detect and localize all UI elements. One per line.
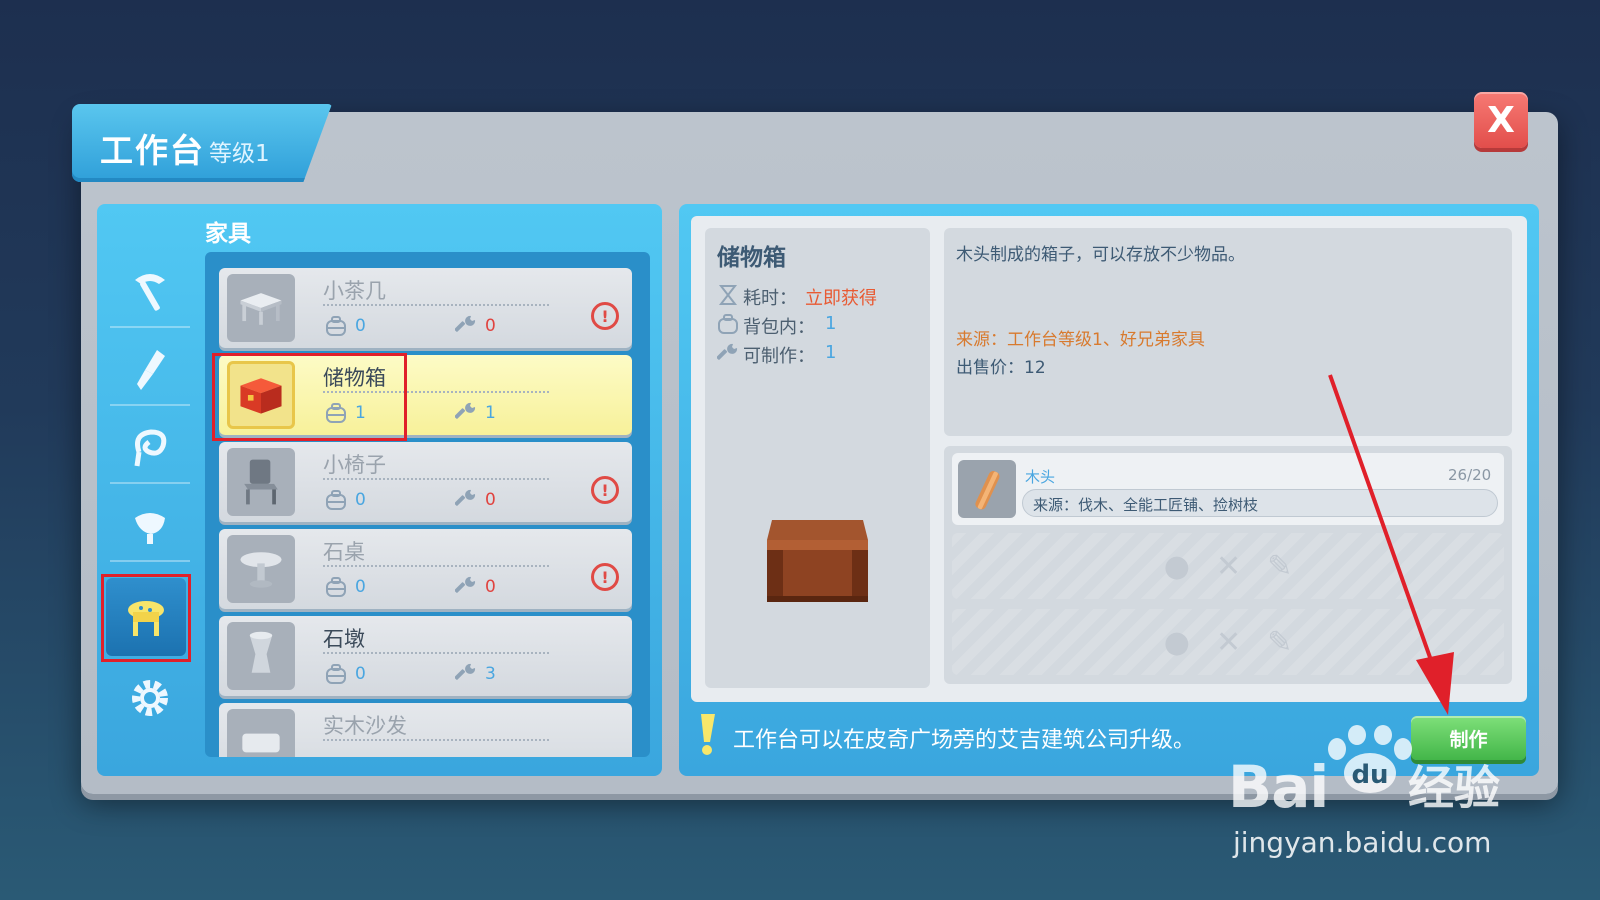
wrench-icon (455, 576, 476, 593)
hourglass-icon (718, 285, 738, 305)
wrench-icon (717, 343, 738, 360)
watermark-url: jingyan.baidu.com (1233, 826, 1492, 859)
category-title: 家具 (205, 221, 251, 247)
backpack-icon (718, 314, 738, 334)
close-button[interactable]: X (1474, 92, 1528, 148)
bag-count: 0 (355, 316, 366, 336)
storage-box-preview-icon (767, 520, 868, 602)
bag-label: 背包内： (743, 317, 815, 338)
bag-count: 0 (355, 664, 366, 684)
apple-icon: ● (1163, 624, 1190, 660)
warning-icon: ! (591, 302, 619, 330)
bag-count: 0 (355, 490, 366, 510)
time-value: 立即获得 (805, 288, 877, 309)
window-title: 工作台 (100, 131, 205, 170)
backpack-icon (326, 664, 346, 684)
material-name: 木头 (1025, 468, 1056, 486)
list-item[interactable]: 石桌 0 0 ! (219, 529, 632, 609)
wrench-icon (455, 315, 476, 332)
gear-icon[interactable] (110, 662, 190, 734)
warning-icon: ! (591, 476, 619, 504)
backpack-icon (326, 577, 346, 597)
divider (323, 478, 549, 480)
cross-icon: ✕ (1215, 624, 1242, 660)
red-arrow-annotation (1328, 374, 1454, 715)
backpack-icon (326, 490, 346, 510)
craftable-count: 0 (485, 316, 496, 336)
detail-item-name: 储物箱 (717, 245, 786, 271)
rope-icon[interactable] (110, 412, 190, 484)
time-label: 耗时： (743, 288, 797, 309)
tool-icon[interactable] (110, 334, 190, 406)
item-name: 小椅子 (323, 453, 386, 477)
cross-icon: ✕ (1215, 548, 1242, 584)
item-source: 来源：工作台等级1、好兄弟家具 (956, 330, 1205, 350)
chair-icon (227, 448, 295, 516)
sofa-icon (227, 709, 295, 757)
craft-label: 可制作： (743, 346, 815, 367)
divider (323, 565, 549, 567)
craftable-count: 3 (485, 664, 496, 684)
bag-value: 1 (825, 313, 837, 334)
watermark-jingyan: 经验 (1408, 761, 1500, 815)
wrench-icon: ✎ (1267, 548, 1293, 584)
item-name: 石桌 (323, 540, 365, 564)
exclamation-icon (701, 714, 715, 755)
warning-icon: ! (591, 563, 619, 591)
list-item[interactable]: 石墩 0 3 (219, 616, 632, 696)
wrench-icon (455, 663, 476, 680)
divider (323, 304, 549, 306)
tea-table-icon (227, 274, 295, 342)
item-name: 石墩 (323, 627, 365, 651)
item-price: 出售价：12 (956, 358, 1046, 378)
item-name: 实木沙发 (323, 714, 407, 738)
svg-text:du: du (1351, 760, 1388, 790)
apple-icon: ● (1163, 548, 1190, 584)
wrench-icon (455, 402, 476, 419)
divider (323, 652, 549, 654)
wrench-icon: ✎ (1267, 624, 1293, 660)
item-list[interactable]: 小茶几 0 0 ! 储物箱 1 1 小椅子 0 0 ! 石桌 0 0 ! 石墩 … (205, 252, 650, 757)
craftable-count: 0 (485, 577, 496, 597)
craftable-count: 1 (485, 403, 496, 423)
selected-item-highlight (212, 353, 407, 441)
furniture-icon[interactable] (106, 578, 186, 656)
pickaxe-icon[interactable] (110, 256, 190, 328)
wood-icon (958, 460, 1016, 518)
craftable-count: 0 (485, 490, 496, 510)
craft-value: 1 (825, 342, 837, 363)
bowl-icon[interactable] (110, 490, 190, 562)
divider (323, 739, 549, 741)
tip-text: 工作台可以在皮奇广场旁的艾吉建筑公司升级。 (733, 728, 1196, 753)
wrench-icon (455, 489, 476, 506)
window-level: 等级1 (209, 141, 270, 167)
item-name: 小茶几 (323, 279, 386, 303)
bag-count: 0 (355, 577, 366, 597)
list-item[interactable]: 小椅子 0 0 ! (219, 442, 632, 522)
item-description: 木头制成的箱子，可以存放不少物品。 (956, 245, 1245, 265)
list-item[interactable]: 小茶几 0 0 ! (219, 268, 632, 348)
stone-stool-icon (227, 622, 295, 690)
stone-table-icon (227, 535, 295, 603)
backpack-icon (326, 316, 346, 336)
list-item[interactable]: 实木沙发 (219, 703, 632, 757)
